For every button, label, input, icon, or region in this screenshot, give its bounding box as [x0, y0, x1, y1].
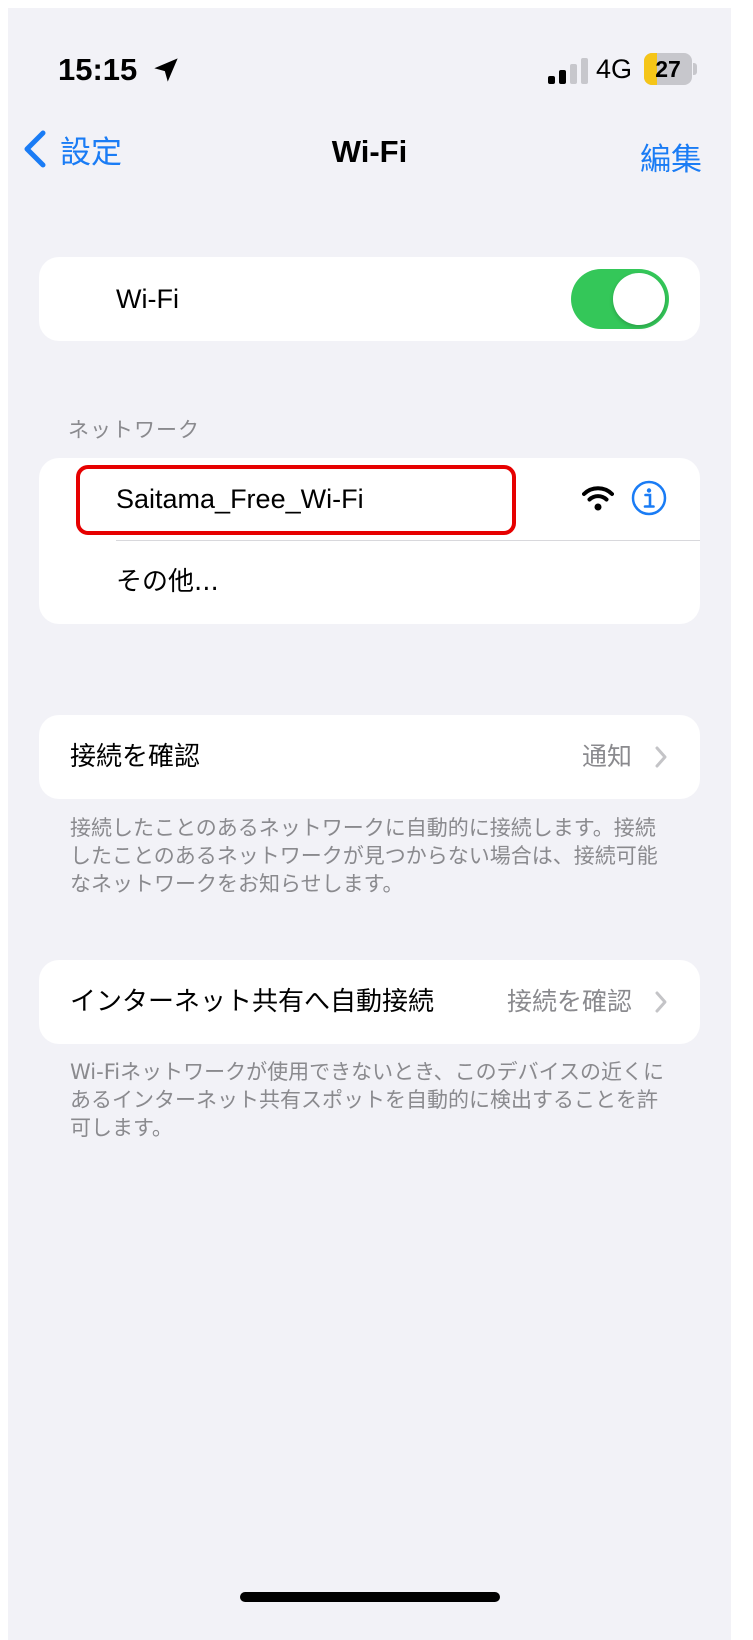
location-arrow-icon — [154, 58, 178, 82]
edit-button[interactable]: 編集 — [640, 134, 702, 179]
battery-cap — [693, 63, 697, 75]
networks-section-header: ネットワーク — [68, 418, 200, 442]
cellular-signal-icon — [548, 58, 588, 84]
networks-list: Saitama_Free_Wi-Fi その他... — [39, 458, 700, 624]
chevron-right-icon — [655, 746, 667, 768]
auto-join-hotspot-footnote: Wi-Fiネットワークが使用できないとき、このデバイスの近くにあるインターネット… — [70, 1060, 664, 1140]
wifi-toggle-switch[interactable] — [571, 269, 669, 329]
toggle-knob — [613, 273, 665, 325]
info-icon[interactable] — [631, 480, 667, 516]
network-type-label: 4G — [596, 54, 633, 84]
auto-join-hotspot-row[interactable]: インターネット共有へ自動接続 接続を確認 — [39, 960, 700, 1044]
auto-join-hotspot-label: インターネット共有へ自動接続 — [70, 987, 435, 1017]
status-time: 15:15 — [58, 52, 138, 87]
wifi-signal-icon — [582, 486, 614, 511]
wifi-settings-screen: 15:15 4G 27 設定 Wi-Fi 編集 Wi-Fi ネットワーク Sai… — [8, 8, 731, 1640]
home-indicator[interactable] — [240, 1592, 500, 1602]
ask-to-join-footnote: 接続したことのあるネットワークに自動的に接続します。接続したことのあるネットワー… — [70, 816, 658, 896]
battery-indicator: 27 — [644, 53, 692, 85]
page-title: Wi-Fi — [331, 134, 408, 169]
network-name: Saitama_Free_Wi-Fi — [116, 484, 364, 514]
wifi-toggle-label: Wi-Fi — [116, 284, 179, 314]
auto-join-hotspot-value: 接続を確認 — [506, 987, 632, 1016]
other-network-label: その他... — [116, 567, 219, 597]
other-network-row[interactable]: その他... — [39, 541, 700, 624]
battery-level: 27 — [655, 56, 681, 82]
ask-to-join-row[interactable]: 接続を確認 通知 — [39, 715, 700, 799]
ask-to-join-value: 通知 — [581, 742, 632, 771]
ask-to-join-label: 接続を確認 — [70, 742, 201, 772]
network-row[interactable]: Saitama_Free_Wi-Fi — [39, 458, 700, 540]
chevron-right-icon — [655, 991, 667, 1013]
wifi-toggle-card: Wi-Fi — [39, 257, 700, 341]
